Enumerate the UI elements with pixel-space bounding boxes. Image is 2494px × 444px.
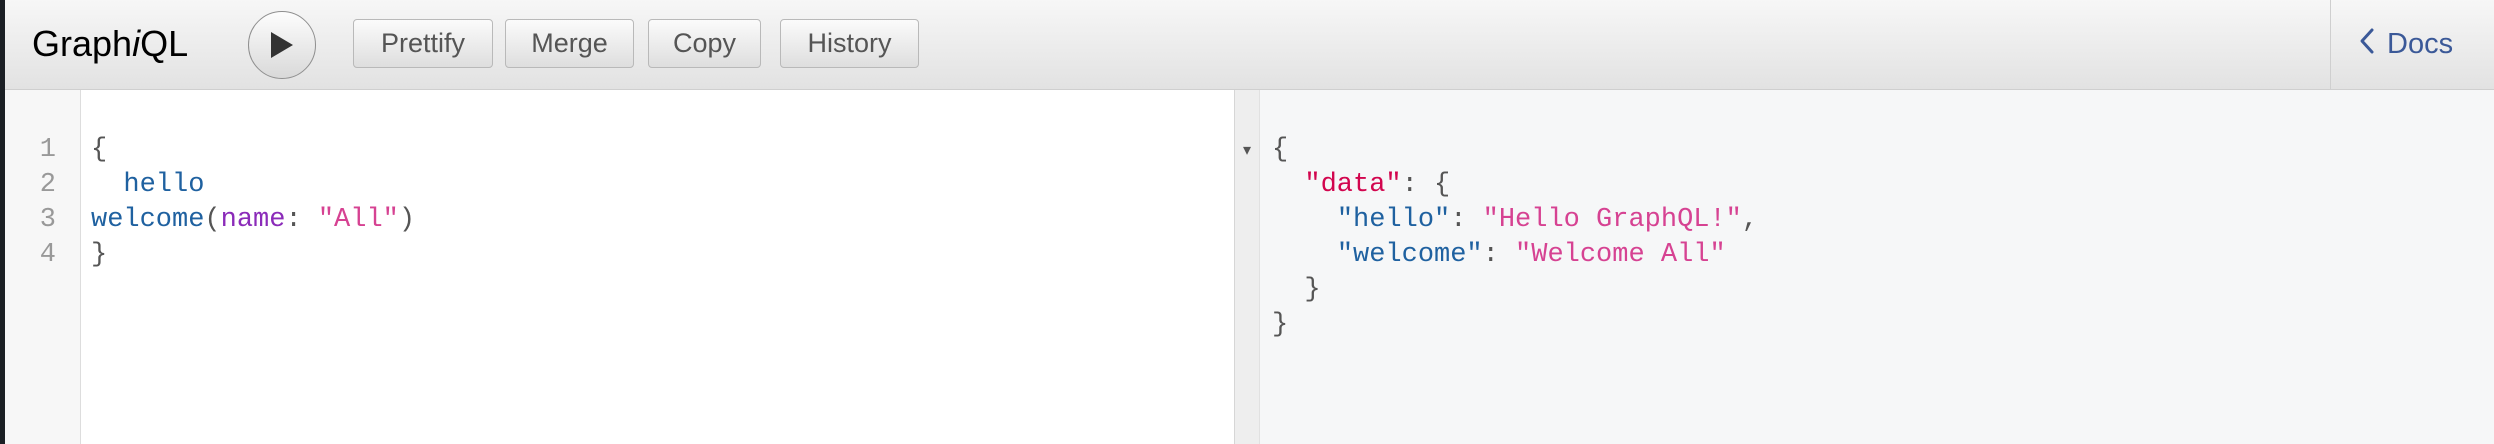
logo-prefix: Graph [32, 23, 133, 64]
paren: ( [204, 205, 221, 235]
query-editor[interactable]: 1 2 3 4 { hello welcome(name: "All") } [5, 90, 1234, 444]
fold-toggle-icon[interactable]: ▾ [1243, 141, 1251, 161]
line-number: 1 [39, 135, 56, 165]
line-number: 4 [39, 240, 56, 270]
logo-italic: i [132, 23, 141, 64]
play-icon [268, 30, 296, 60]
punctuation: : [1482, 240, 1516, 270]
field-name: welcome [91, 205, 205, 235]
result-line: } [1272, 275, 1321, 305]
result-line: { [1272, 135, 1289, 165]
result-line: "welcome": "Welcome All" [1272, 238, 1726, 273]
execute-query-button[interactable] [248, 11, 316, 79]
graphiql-app: GraphiQL Prettify Merge Copy History Doc… [0, 0, 2494, 444]
docs-button[interactable]: Docs [2359, 27, 2453, 63]
code-line: { [91, 133, 107, 168]
punctuation: : [1450, 205, 1483, 235]
json-string-value: "Hello GraphQL!" [1482, 205, 1742, 235]
colon: : [285, 205, 318, 235]
json-key: "welcome" [1336, 240, 1483, 270]
history-button[interactable]: History [780, 19, 919, 68]
field-name: hello [123, 170, 205, 200]
punctuation: : { [1401, 170, 1451, 200]
json-key: "hello" [1336, 205, 1451, 235]
argument-name: name [220, 205, 286, 235]
logo-suffix: QL [140, 23, 189, 64]
result-line: } [1272, 310, 1289, 340]
line-number: 2 [39, 170, 56, 200]
code-line: welcome(name: "All") [91, 203, 415, 238]
toolbar: GraphiQL Prettify Merge Copy History Doc… [5, 0, 2494, 90]
docs-label: Docs [2387, 28, 2454, 60]
paren: ) [398, 205, 416, 235]
line-number: 3 [39, 205, 56, 235]
string-value: "All" [317, 205, 399, 235]
docs-area: Docs [2330, 0, 2494, 89]
json-key: "data" [1304, 170, 1402, 200]
line-number-gutter: 1 2 3 4 [5, 90, 81, 444]
result-viewer: { "data": { "hello": "Hello GraphQL!", "… [1260, 90, 2494, 444]
result-line: "hello": "Hello GraphQL!", [1272, 203, 1758, 238]
json-string-value: "Welcome All" [1515, 240, 1726, 270]
code-line: } [91, 238, 107, 273]
code-line: hello [91, 168, 204, 203]
graphiql-logo: GraphiQL [32, 24, 188, 64]
prettify-button[interactable]: Prettify [353, 19, 493, 68]
brace: { [91, 135, 108, 165]
result-line: "data": { [1272, 168, 1450, 203]
copy-button[interactable]: Copy [648, 19, 761, 68]
merge-button[interactable]: Merge [505, 19, 634, 68]
chevron-left-icon [2359, 27, 2387, 63]
brace: } [91, 240, 108, 270]
punctuation: , [1741, 205, 1759, 235]
